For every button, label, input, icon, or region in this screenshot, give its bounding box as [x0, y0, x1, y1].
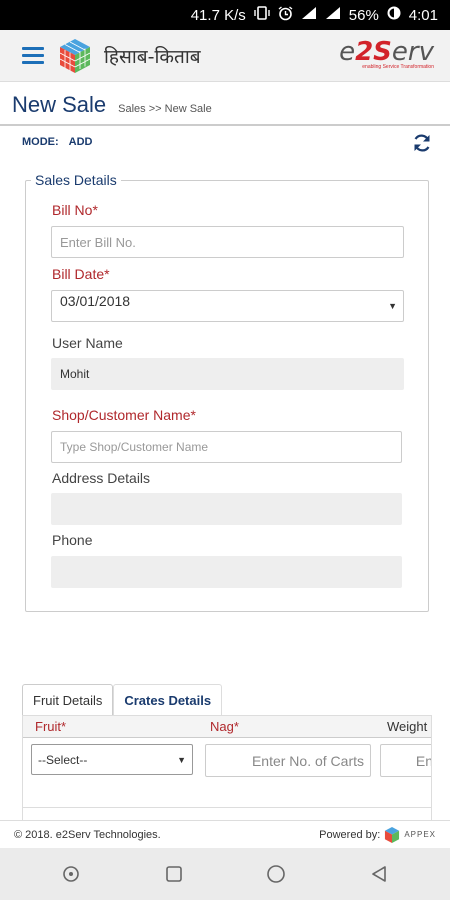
chevron-down-icon: ▼	[177, 755, 186, 765]
app-logo-cube	[59, 38, 91, 73]
clock: 4:01	[408, 6, 438, 24]
address-details-label: Address Details	[52, 470, 151, 486]
fruit-select[interactable]: --Select-- ▼	[31, 744, 193, 775]
fruit-grid-header: Fruit* Nag* Weight	[23, 716, 431, 738]
brand-logo: e2Serv enabling Service Transformation	[339, 37, 434, 70]
page-title-bar: New Sale Sales >> New Sale	[12, 92, 212, 118]
title-divider	[0, 124, 450, 126]
alarm-icon	[278, 5, 293, 25]
assist-dot-icon[interactable]	[59, 862, 83, 886]
breadcrumb: Sales >> New Sale	[118, 103, 212, 115]
mode-label: MODE:	[22, 136, 59, 148]
back-icon[interactable]	[367, 862, 391, 886]
tab-fruit-details[interactable]: Fruit Details	[22, 684, 114, 716]
bill-date-select[interactable]: 03/01/2018 ▼	[51, 290, 404, 322]
signal-icon	[325, 6, 341, 24]
chevron-down-icon: ▼	[388, 301, 397, 311]
mode-value: ADD	[68, 136, 93, 148]
phone-label: Phone	[52, 532, 93, 548]
grid-row-divider	[23, 807, 431, 808]
address-details-field	[51, 493, 402, 525]
tab-crates-details[interactable]: Crates Details	[113, 684, 223, 716]
mode-row: MODE: ADD	[22, 136, 93, 148]
powered-by: Powered by: APPEX	[319, 826, 436, 844]
nag-input[interactable]: Enter No. of Carts	[205, 744, 371, 777]
fruit-select-value: --Select--	[38, 752, 88, 767]
footer: © 2018. e2Serv Technologies. Powered by:…	[0, 820, 450, 848]
system-nav-bar	[0, 848, 450, 900]
powered-by-label: Powered by:	[319, 828, 381, 841]
page-title: New Sale	[12, 92, 107, 117]
shop-customer-input[interactable]: Type Shop/Customer Name	[51, 431, 402, 463]
weight-input[interactable]: En	[380, 744, 431, 777]
appex-label: APPEX	[404, 830, 436, 839]
user-name-field: Mohit	[51, 358, 404, 390]
battery-icon	[387, 6, 401, 24]
status-bar: 41.7 K/s 56% 4:01	[0, 0, 450, 30]
battery-percent: 56%	[348, 6, 379, 24]
fruit-details-panel: Fruit* Nag* Weight --Select-- ▼ Enter No…	[22, 715, 432, 821]
sales-details-legend: Sales Details	[31, 172, 121, 188]
network-speed: 41.7 K/s	[190, 6, 246, 24]
shop-customer-label: Shop/Customer Name*	[52, 407, 196, 423]
menu-icon[interactable]	[22, 47, 44, 64]
phone-field	[51, 556, 402, 588]
app-title: हिसाब-किताब	[104, 45, 201, 68]
app-header: हिसाब-किताब e2Serv enabling Service Tran…	[0, 30, 450, 82]
refresh-icon[interactable]	[412, 133, 432, 153]
recents-icon[interactable]	[162, 862, 186, 886]
user-name-label: User Name	[52, 335, 123, 351]
col-fruit-header: Fruit*	[35, 719, 67, 734]
copyright-text: © 2018. e2Serv Technologies.	[14, 828, 161, 841]
bill-date-label: Bill Date*	[52, 266, 110, 282]
signal-4g-icon	[301, 6, 317, 24]
col-weight-header: Weight	[387, 719, 428, 734]
details-tabs: Fruit Details Crates Details	[22, 684, 223, 716]
appex-logo-cube	[385, 826, 400, 843]
vibrate-icon	[254, 6, 270, 24]
bill-no-input[interactable]: Enter Bill No.	[51, 226, 404, 258]
home-icon[interactable]	[264, 862, 288, 886]
col-nag-header: Nag*	[210, 719, 239, 734]
bill-date-value: 03/01/2018	[60, 293, 131, 309]
bill-no-label: Bill No*	[52, 202, 98, 218]
